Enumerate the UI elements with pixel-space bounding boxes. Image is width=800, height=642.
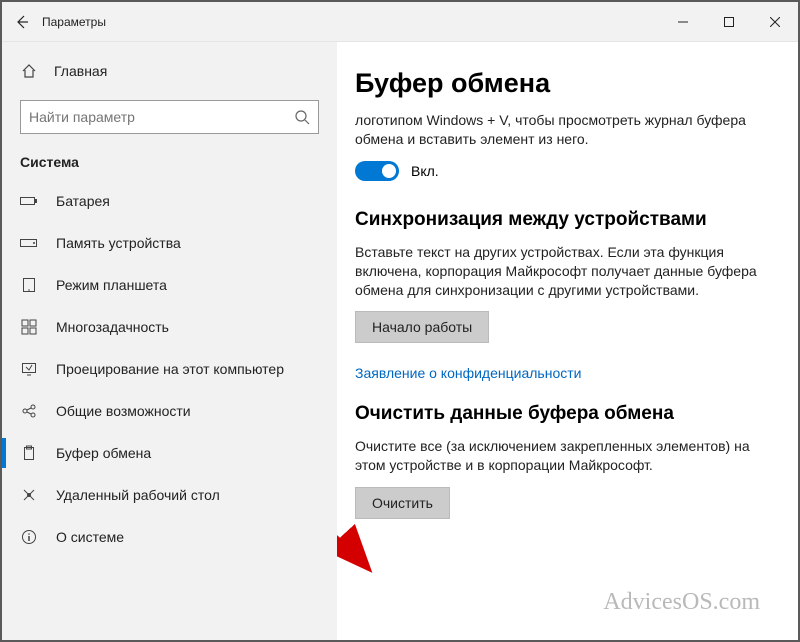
sidebar-item-label: Проецирование на этот компьютер (56, 361, 284, 377)
minimize-button[interactable] (660, 2, 706, 42)
remote-icon (20, 486, 38, 504)
history-toggle[interactable] (355, 161, 399, 181)
sidebar-item-label: Многозадачность (56, 319, 169, 335)
titlebar: Параметры (2, 2, 798, 42)
sidebar-item-about[interactable]: О системе (2, 516, 337, 558)
main-content: Буфер обмена логотипом Windows + V, чтоб… (337, 42, 798, 640)
shared-icon (20, 402, 38, 420)
search-input[interactable] (29, 109, 294, 125)
sync-text: Вставьте текст на других устройствах. Ес… (355, 243, 774, 300)
sidebar-item-tablet[interactable]: Режим планшета (2, 264, 337, 306)
sidebar: Главная Система Батарея Память устройств… (2, 42, 337, 640)
sidebar-item-projecting[interactable]: Проецирование на этот компьютер (2, 348, 337, 390)
tablet-icon (20, 276, 38, 294)
window-title: Параметры (42, 15, 106, 29)
home-link[interactable]: Главная (2, 52, 337, 90)
sidebar-item-label: Память устройства (56, 235, 181, 251)
privacy-link[interactable]: Заявление о конфиденциальности (355, 365, 774, 381)
home-icon (20, 62, 38, 80)
sidebar-item-multitasking[interactable]: Многозадачность (2, 306, 337, 348)
projecting-icon (20, 360, 38, 378)
minimize-icon (678, 17, 688, 27)
window-controls (660, 2, 798, 42)
watermark: AdvicesOS.com (603, 589, 760, 616)
sidebar-item-label: Батарея (56, 193, 110, 209)
storage-icon (20, 234, 38, 252)
sidebar-item-label: Общие возможности (56, 403, 191, 419)
info-icon (20, 528, 38, 546)
sync-heading: Синхронизация между устройствами (355, 209, 774, 231)
home-label: Главная (54, 63, 107, 79)
toggle-row: Вкл. (355, 161, 774, 181)
close-icon (770, 17, 780, 27)
sidebar-item-shared[interactable]: Общие возможности (2, 390, 337, 432)
search-icon (294, 109, 310, 125)
sidebar-item-label: Буфер обмена (56, 445, 151, 461)
sidebar-item-label: Режим планшета (56, 277, 167, 293)
clipboard-icon (20, 444, 38, 462)
nav-list: Батарея Память устройства Режим планшета… (2, 180, 337, 640)
clear-button[interactable]: Очистить (355, 487, 450, 519)
sidebar-item-remote[interactable]: Удаленный рабочий стол (2, 474, 337, 516)
multitasking-icon (20, 318, 38, 336)
get-started-button[interactable]: Начало работы (355, 311, 489, 343)
sidebar-item-clipboard[interactable]: Буфер обмена (2, 432, 337, 474)
clear-text: Очистите все (за исключением закрепленны… (355, 437, 774, 475)
arrow-left-icon (14, 14, 30, 30)
clear-heading: Очистить данные буфера обмена (355, 403, 774, 425)
page-title: Буфер обмена (355, 68, 774, 99)
sidebar-item-storage[interactable]: Память устройства (2, 222, 337, 264)
toggle-label: Вкл. (411, 163, 439, 179)
sidebar-item-label: Удаленный рабочий стол (56, 487, 220, 503)
sidebar-item-battery[interactable]: Батарея (2, 180, 337, 222)
back-button[interactable] (2, 2, 42, 42)
sidebar-item-label: О системе (56, 529, 124, 545)
section-header: Система (2, 148, 337, 180)
intro-text: логотипом Windows + V, чтобы просмотреть… (355, 111, 774, 149)
battery-icon (20, 192, 38, 210)
maximize-button[interactable] (706, 2, 752, 42)
close-button[interactable] (752, 2, 798, 42)
maximize-icon (724, 17, 734, 27)
search-box[interactable] (20, 100, 319, 134)
